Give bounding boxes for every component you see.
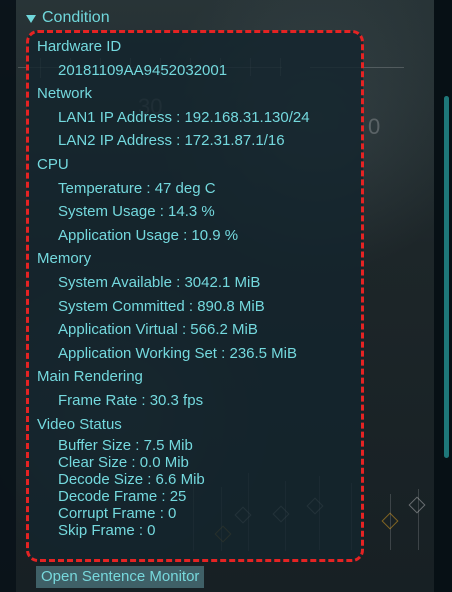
memory-system-available: System Available : 3042.1 MiB: [58, 273, 261, 291]
background-diamond-marker: [381, 512, 399, 530]
triangle-down-icon: [26, 14, 36, 23]
hardware-section-title: Hardware ID: [37, 38, 122, 55]
buffer-size: Buffer Size : 7.5 Mib: [58, 437, 193, 455]
right-rail: [434, 0, 452, 592]
screen: 30 0 Condition Hardware ID 20181109AA945…: [0, 0, 452, 592]
background-faint-number: 0: [368, 114, 381, 139]
network-section-title: Network: [37, 85, 93, 103]
hardware-id-value: 20181109AA9452032001: [58, 61, 228, 79]
condition-content: Hardware ID 20181109AA9452032001 Network…: [37, 35, 353, 539]
memory-application-working-set: Application Working Set : 236.5 MiB: [58, 344, 298, 362]
cpu-section-title: CPU: [37, 155, 69, 173]
cpu-temperature: Temperature : 47 deg C: [58, 179, 216, 197]
condition-header[interactable]: Condition: [26, 8, 110, 28]
scroll-thumb[interactable]: [444, 96, 449, 458]
left-background-band: [0, 0, 16, 592]
open-sentence-monitor-button[interactable]: Open Sentence Monitor: [36, 566, 205, 588]
video-status-section-title: Video Status: [37, 415, 122, 433]
decode-frame: Decode Frame : 25: [58, 488, 187, 506]
memory-section-title: Memory: [37, 250, 92, 268]
cpu-system-usage: System Usage : 14.3 %: [58, 203, 215, 221]
memory-application-virtual: Application Virtual : 566.2 MiB: [58, 321, 258, 339]
decode-size: Decode Size : 6.6 Mib: [58, 471, 205, 489]
lan1-ip-address: LAN1 IP Address : 192.168.31.130/24: [58, 108, 310, 126]
lan2-ip-address: LAN2 IP Address : 172.31.87.1/16: [58, 132, 285, 150]
clear-size: Clear Size : 0.0 Mib: [58, 454, 189, 472]
cpu-application-usage: Application Usage : 10.9 %: [58, 226, 239, 244]
memory-system-committed: System Committed : 890.8 MiB: [58, 297, 265, 315]
corrupt-frame: Corrupt Frame : 0: [58, 505, 177, 523]
skip-frame: Skip Frame : 0: [58, 522, 156, 540]
condition-title: Condition: [42, 9, 110, 26]
video-status-list: Buffer Size : 7.5 Mib Clear Size : 0.0 M…: [37, 437, 353, 539]
main-rendering-section-title: Main Rendering: [37, 368, 143, 386]
frame-rate: Frame Rate : 30.3 fps: [58, 391, 204, 409]
background-diamond-marker: [408, 496, 426, 514]
